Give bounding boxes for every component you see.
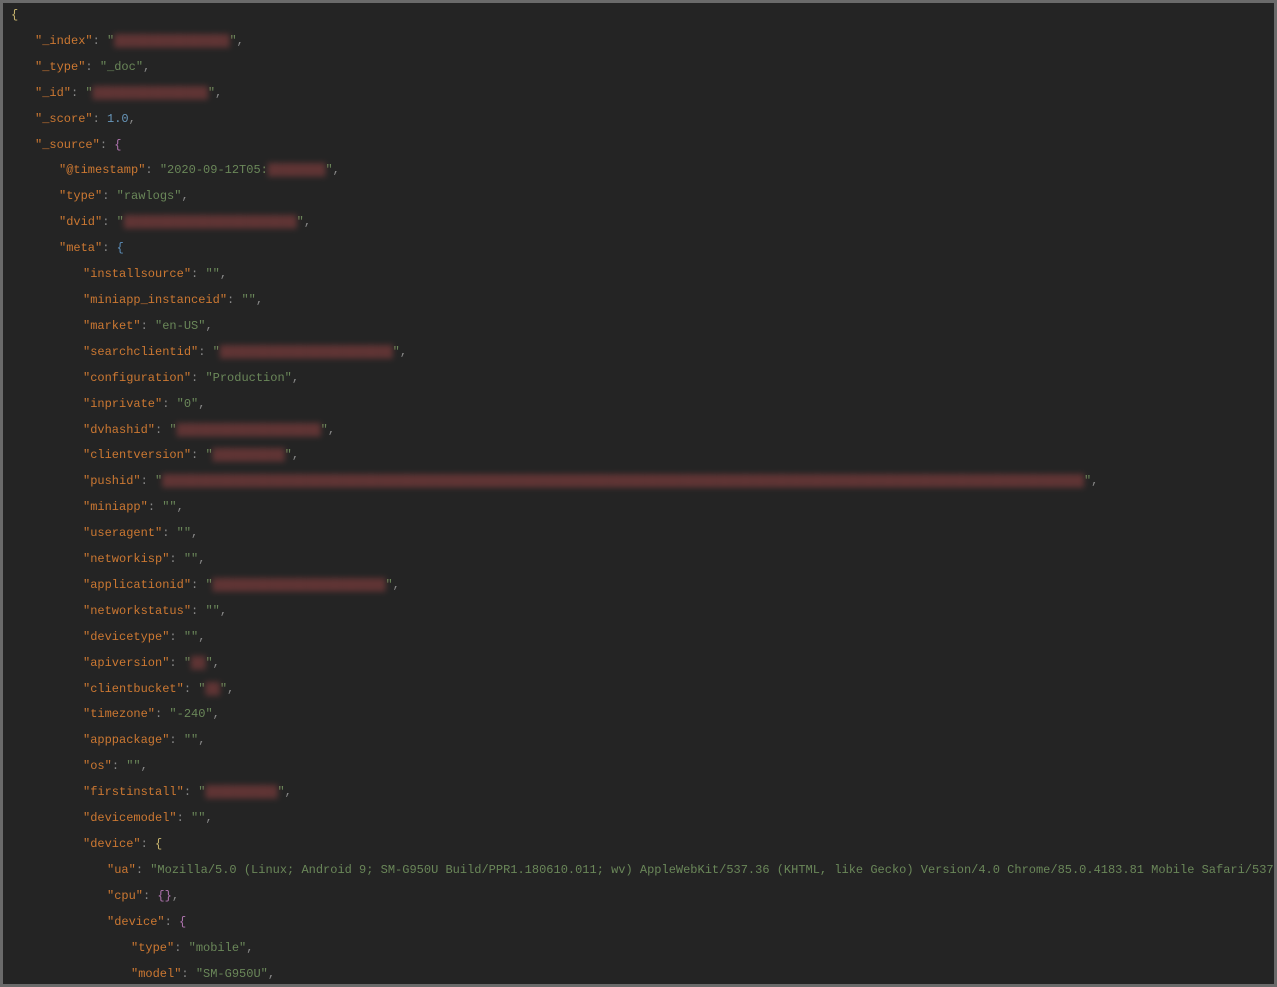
json-viewer-pane[interactable]: { "_index": "████████████████", "_type":… [0, 0, 1277, 987]
json-source: { "_index": "████████████████", "_type":… [11, 9, 1266, 987]
